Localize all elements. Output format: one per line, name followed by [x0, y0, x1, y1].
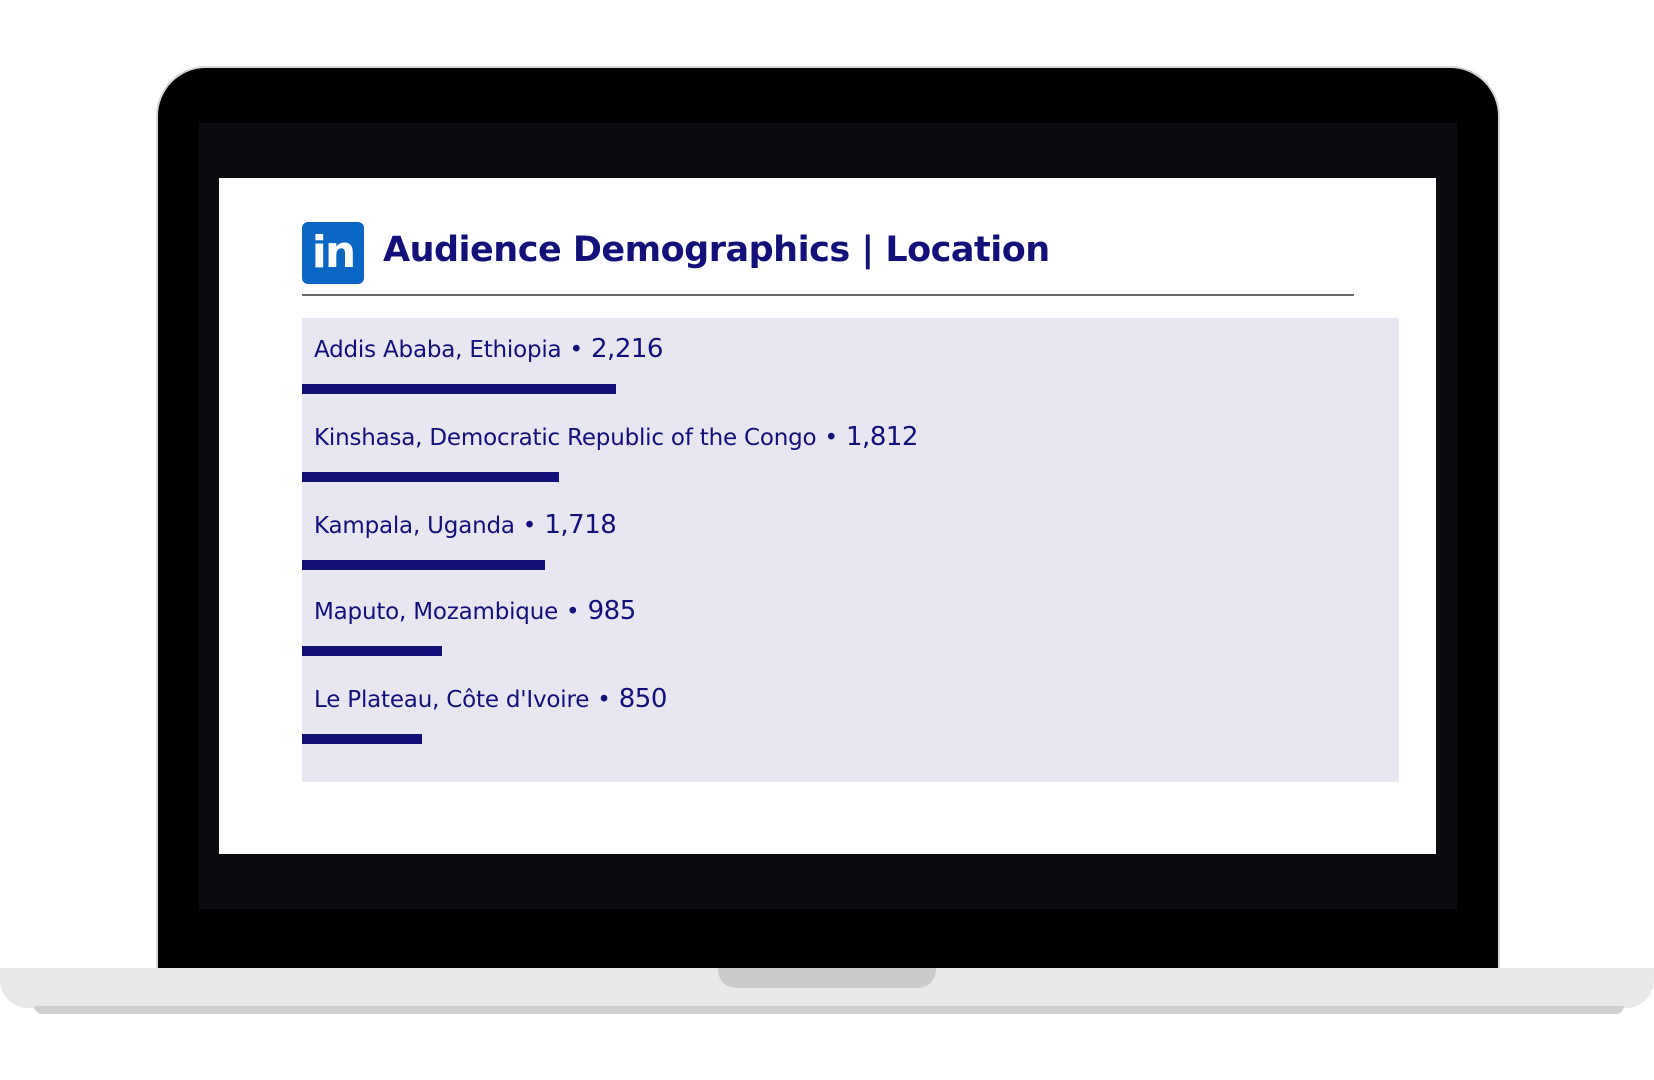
- page-title: Audience Demographics | Location: [383, 230, 1050, 270]
- location-count: 1,812: [846, 422, 918, 452]
- list-item: Maputo, Mozambique • 985: [302, 580, 1399, 666]
- separator-dot: •: [824, 425, 839, 451]
- location-count: 850: [618, 684, 668, 714]
- laptop-base-shadow: [34, 1006, 1624, 1014]
- location-bar: [302, 384, 616, 394]
- location-list: Addis Ababa, Ethiopia • 2,216 Kinshasa, De…: [302, 318, 1399, 782]
- separator-dot: •: [566, 599, 580, 625]
- linkedin-icon: in: [302, 222, 364, 284]
- slide-screen: in Audience Demographics | Location Addi…: [219, 178, 1436, 854]
- separator-dot: •: [597, 687, 611, 713]
- location-bar: [302, 646, 442, 656]
- location-bar: [302, 560, 545, 570]
- location-count: 1,718: [544, 510, 617, 540]
- laptop-notch: [718, 968, 936, 988]
- laptop-mockup: in Audience Demographics | Location Addi…: [0, 0, 1654, 1080]
- location-bar: [302, 472, 559, 482]
- list-item: Kinshasa, Democratic Republic of the Con…: [302, 406, 1399, 492]
- list-item: Kampala, Uganda • 1,718: [302, 494, 1399, 580]
- location-count: 2,216: [591, 334, 663, 364]
- location-name: Addis Ababa, Ethiopia: [314, 337, 562, 363]
- title-divider: [302, 294, 1354, 296]
- location-name: Kinshasa, Democratic Republic of the Con…: [314, 425, 817, 451]
- location-bar: [302, 734, 422, 744]
- list-item: Le Plateau, Côte d'Ivoire • 850: [302, 668, 1399, 754]
- separator-dot: •: [569, 337, 584, 363]
- location-name: Le Plateau, Côte d'Ivoire: [314, 687, 590, 713]
- location-name: Kampala, Uganda: [314, 513, 515, 539]
- list-item: Addis Ababa, Ethiopia • 2,216: [302, 318, 1399, 404]
- separator-dot: •: [522, 513, 537, 539]
- location-count: 985: [587, 596, 637, 626]
- location-name: Maputo, Mozambique: [314, 599, 559, 625]
